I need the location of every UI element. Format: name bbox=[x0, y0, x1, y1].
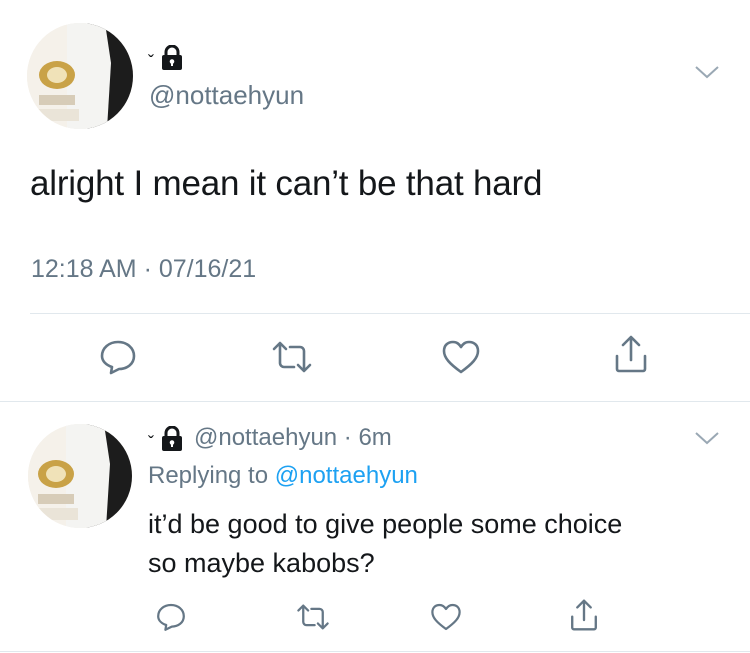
like-icon[interactable] bbox=[430, 602, 462, 632]
user-name-row: ˇ @nottaehyun · 6m bbox=[148, 424, 392, 452]
chevron-down-icon: ˇ bbox=[148, 52, 154, 72]
user-handle[interactable]: @nottaehyun bbox=[149, 80, 304, 111]
share-icon[interactable] bbox=[568, 598, 600, 632]
divider bbox=[0, 401, 750, 402]
share-icon[interactable] bbox=[612, 334, 650, 374]
reply-icon[interactable] bbox=[98, 339, 138, 375]
tweet-menu-chevron-icon[interactable] bbox=[693, 63, 721, 81]
reply-icon[interactable] bbox=[155, 602, 187, 632]
like-icon[interactable] bbox=[441, 339, 481, 375]
avatar[interactable] bbox=[28, 424, 132, 528]
reply-text-line: it’d be good to give people some choice bbox=[148, 509, 623, 539]
tweet-menu-chevron-icon[interactable] bbox=[693, 429, 721, 447]
replying-to-handle-link[interactable]: @nottaehyun bbox=[275, 462, 418, 489]
replying-to: Replying to @nottaehyun bbox=[148, 462, 418, 490]
reply-text-line: so maybe kabobs? bbox=[148, 548, 375, 578]
chevron-down-icon: ˇ bbox=[148, 433, 154, 453]
lock-icon bbox=[160, 426, 184, 452]
retweet-icon[interactable] bbox=[270, 341, 314, 373]
divider bbox=[0, 651, 750, 652]
avatar[interactable] bbox=[27, 23, 133, 129]
divider bbox=[30, 313, 750, 314]
tweet-timestamp[interactable]: 12:18 AM · 07/16/21 bbox=[31, 255, 256, 284]
lock-icon bbox=[160, 45, 184, 71]
tweet-text: alright I mean it can’t be that hard bbox=[30, 164, 543, 203]
user-name-row: ˇ bbox=[148, 45, 184, 71]
replying-to-label: Replying to bbox=[148, 462, 269, 489]
user-handle-time[interactable]: @nottaehyun · 6m bbox=[194, 424, 392, 452]
retweet-icon[interactable] bbox=[295, 604, 331, 630]
